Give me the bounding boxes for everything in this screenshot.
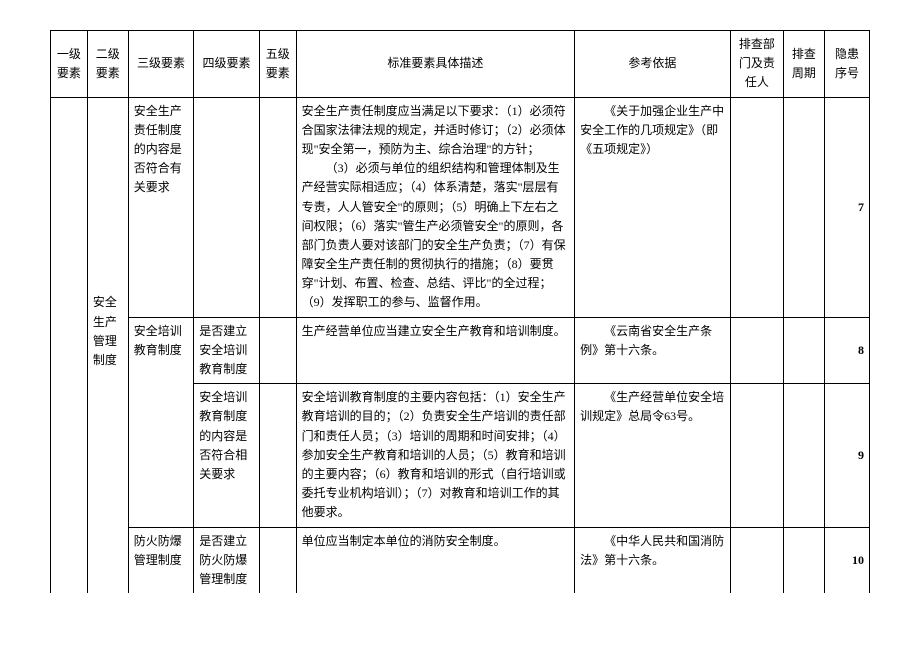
cell-dept (730, 97, 783, 317)
l2-label: 安全生产管理制度 (93, 295, 117, 367)
header-level5: 五级要素 (259, 31, 296, 98)
cell-desc: 单位应当制定本单位的消防安全制度。 (296, 527, 574, 593)
cell-seq: 10 (824, 527, 869, 593)
desc-p2: （3）必须与单位的组织结构和管理体制及生产经营实际相适应；（4）体系清楚，落实"… (302, 159, 569, 313)
table-row: 防火防爆管理制度 是否建立防火防爆管理制度 单位应当制定本单位的消防安全制度。 … (51, 527, 870, 593)
cell-l3: 安全生产责任制度的内容是否符合有关要求 (128, 97, 194, 317)
cell-desc: 生产经营单位应当建立安全生产教育和培训制度。 (296, 317, 574, 384)
cell-dept (730, 317, 783, 384)
cell-l4: 是否建立防火防爆管理制度 (194, 527, 260, 593)
cell-l4 (194, 97, 260, 317)
cell-ref: 《云南省安全生产条例》第十六条。 (575, 317, 731, 384)
cell-l5 (259, 317, 296, 384)
cell-cycle (783, 97, 824, 317)
cell-dept (730, 527, 783, 593)
cell-l2: 安全生产管理制度 (87, 97, 128, 593)
cell-seq: 8 (824, 317, 869, 384)
header-row: 一级要素 二级要素 三级要素 四级要素 五级要素 标准要素具体描述 参考依据 排… (51, 31, 870, 98)
header-reference: 参考依据 (575, 31, 731, 98)
cell-l3: 防火防爆管理制度 (128, 527, 194, 593)
cell-cycle (783, 317, 824, 384)
cell-seq: 7 (824, 97, 869, 317)
ref-text: 《云南省安全生产条例》第十六条。 (580, 322, 725, 360)
cell-l5 (259, 384, 296, 527)
cell-dept (730, 384, 783, 527)
header-level1: 一级要素 (51, 31, 88, 98)
cell-l4: 安全培训教育制度的内容是否符合相关要求 (194, 384, 260, 527)
ref-text: 《关于加强企业生产中安全工作的几项规定》（即《五项规定》） (580, 102, 725, 160)
ref-text: 《中华人民共和国消防法》第十六条。 (580, 532, 725, 570)
cell-cycle (783, 384, 824, 527)
cell-cycle (783, 527, 824, 593)
table-row: 安全培训教育制度 是否建立安全培训教育制度 生产经营单位应当建立安全生产教育和培… (51, 317, 870, 384)
header-cycle: 排查周期 (783, 31, 824, 98)
ref-text: 《生产经营单位安全培训规定》总局令63号。 (580, 388, 725, 426)
cell-seq: 9 (824, 384, 869, 527)
cell-l5 (259, 97, 296, 317)
table-row: 安全生产管理制度 安全生产责任制度的内容是否符合有关要求 安全生产责任制度应当满… (51, 97, 870, 317)
header-seq: 隐患序号 (824, 31, 869, 98)
cell-ref: 《关于加强企业生产中安全工作的几项规定》（即《五项规定》） (575, 97, 731, 317)
header-level3: 三级要素 (128, 31, 194, 98)
header-level4: 四级要素 (194, 31, 260, 98)
cell-l5 (259, 527, 296, 593)
cell-l1 (51, 97, 88, 593)
header-level2: 二级要素 (87, 31, 128, 98)
cell-l3: 安全培训教育制度 (128, 317, 194, 527)
cell-ref: 《生产经营单位安全培训规定》总局令63号。 (575, 384, 731, 527)
cell-desc: 安全培训教育制度的主要内容包括：（1）安全生产教育培训的目的；（2）负责安全生产… (296, 384, 574, 527)
cell-desc: 安全生产责任制度应当满足以下要求：（1）必须符合国家法律法规的规定，并适时修订；… (296, 97, 574, 317)
requirements-table: 一级要素 二级要素 三级要素 四级要素 五级要素 标准要素具体描述 参考依据 排… (50, 30, 870, 593)
header-dept: 排查部门及责任人 (730, 31, 783, 98)
cell-ref: 《中华人民共和国消防法》第十六条。 (575, 527, 731, 593)
desc-p1: 安全生产责任制度应当满足以下要求：（1）必须符合国家法律法规的规定，并适时修订；… (302, 104, 566, 156)
header-description: 标准要素具体描述 (296, 31, 574, 98)
cell-l4: 是否建立安全培训教育制度 (194, 317, 260, 384)
